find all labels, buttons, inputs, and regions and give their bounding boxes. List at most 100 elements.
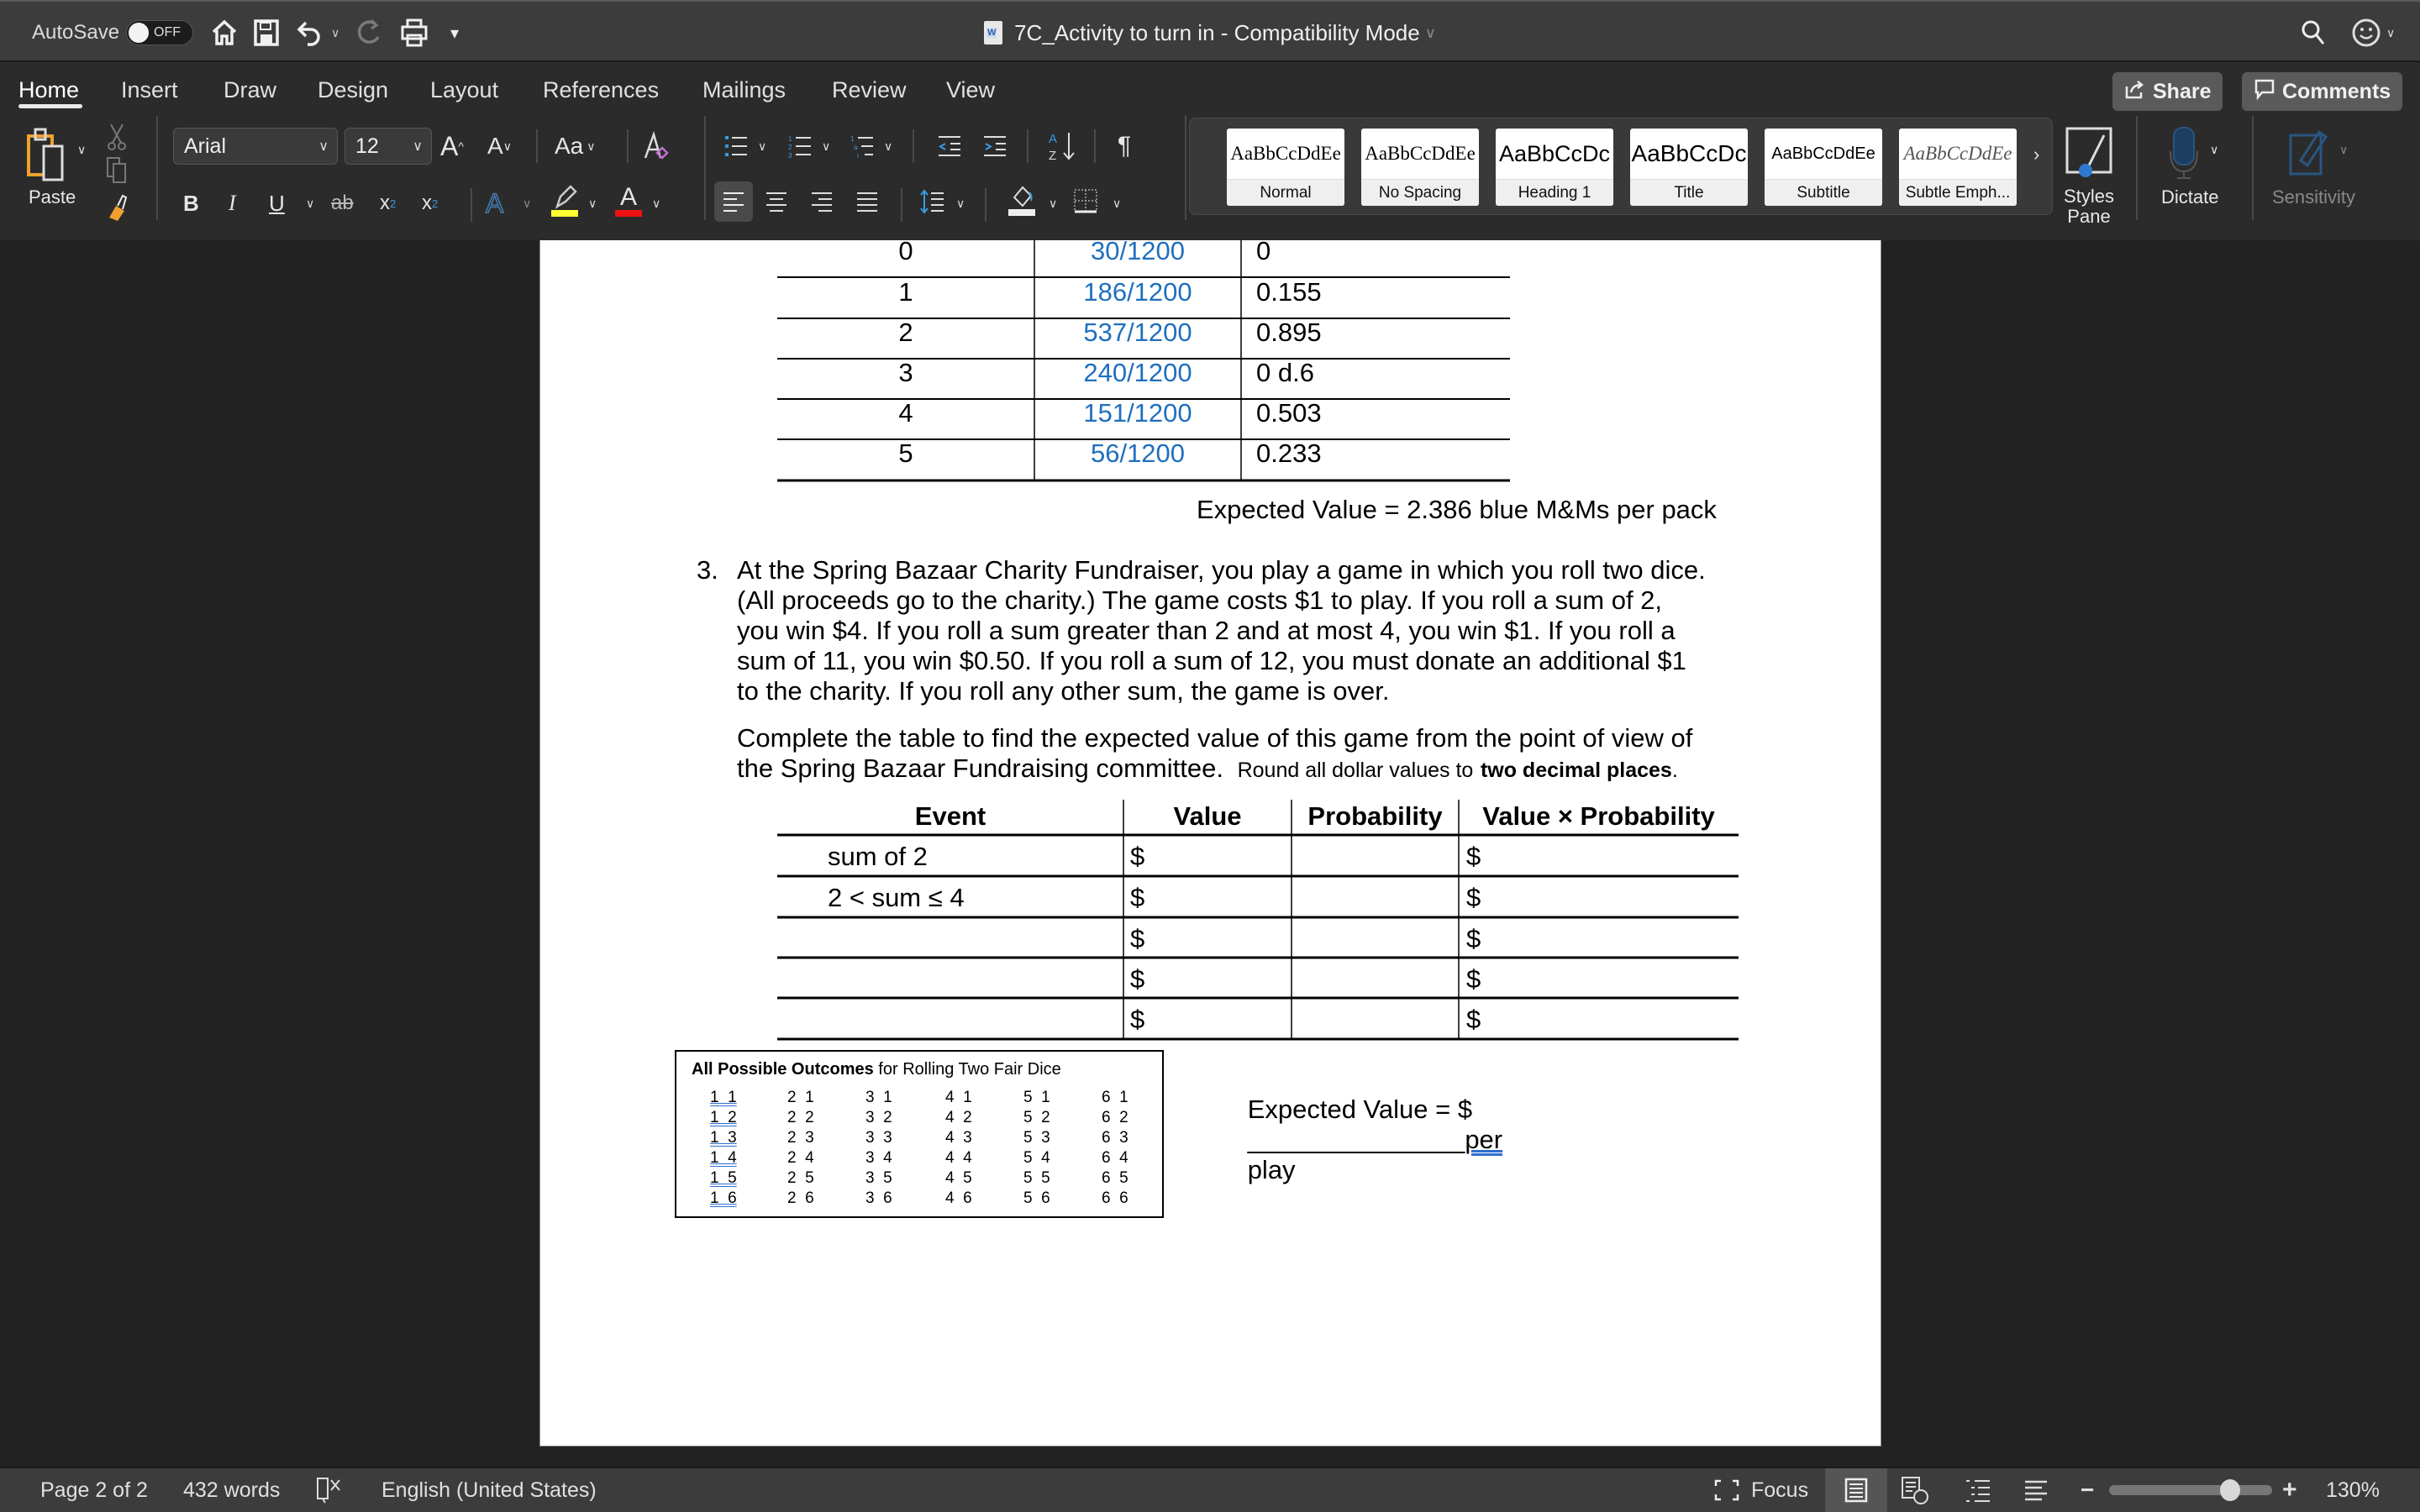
document-page[interactable]: 0 30/1200 0 1 186/1200 0.155 2 537/1200 0.895 3 24… xyxy=(539,240,1881,1446)
tab-draw[interactable]: Draw xyxy=(224,77,276,103)
style-title[interactable]: AaBbCcDc Title xyxy=(1630,129,1748,206)
ev-cell-value-x-probability[interactable]: $ xyxy=(1466,964,1735,996)
align-center-button[interactable] xyxy=(760,181,793,222)
zoom-out-button[interactable]: − xyxy=(2081,1468,2094,1512)
text-effects-chevron-icon[interactable]: ∨ xyxy=(519,185,531,222)
align-right-button[interactable] xyxy=(805,181,839,222)
ev-cell-event[interactable]: 2 < sum ≤ 4 xyxy=(828,883,1122,915)
tab-home[interactable]: Home xyxy=(18,77,79,103)
paste-icon[interactable] xyxy=(25,126,76,185)
strikethrough-button[interactable]: ab xyxy=(331,185,354,222)
style-normal[interactable]: AaBbCcDdEe Normal xyxy=(1227,129,1344,206)
line-spacing-chevron-icon[interactable]: ∨ xyxy=(953,185,965,222)
grow-font-icon[interactable]: A ^ xyxy=(440,128,464,165)
clear-formatting-icon[interactable] xyxy=(640,128,674,165)
style-subtitle[interactable]: AaBbCcDdEe Subtitle xyxy=(1765,129,1882,206)
home-icon[interactable] xyxy=(210,2,239,64)
tab-insert[interactable]: Insert xyxy=(121,77,178,103)
shrink-font-icon[interactable]: A ∨ xyxy=(487,128,512,165)
tab-layout[interactable]: Layout xyxy=(430,77,498,103)
show-formatting-marks-icon[interactable]: ¶ xyxy=(1118,128,1131,165)
ev-cell-value[interactable]: $ xyxy=(1130,924,1290,956)
paste-options-chevron-icon[interactable]: ∨ xyxy=(77,143,86,157)
save-icon[interactable] xyxy=(254,2,279,64)
styles-more-chevron-icon[interactable]: › xyxy=(2033,144,2039,165)
ev-cell-value-x-probability[interactable]: $ xyxy=(1466,924,1735,956)
line-spacing-icon[interactable] xyxy=(918,181,948,222)
borders-chevron-icon[interactable]: ∨ xyxy=(1109,185,1121,222)
shading-chevron-icon[interactable]: ∨ xyxy=(1045,185,1057,222)
sort-icon[interactable]: AZ xyxy=(1045,126,1079,166)
undo-dropdown-icon[interactable]: ∨ xyxy=(331,2,339,64)
title-chevron-down-icon[interactable]: ∨ xyxy=(1425,24,1436,42)
tab-review[interactable]: Review xyxy=(832,77,907,103)
numbering-icon[interactable]: 123 xyxy=(785,128,815,165)
ev-cell-probability[interactable] xyxy=(1298,924,1458,956)
outline-view-button[interactable] xyxy=(1965,1468,1991,1512)
ev-cell-event[interactable] xyxy=(828,924,1122,956)
font-color-icon[interactable]: A xyxy=(613,180,644,222)
shading-icon[interactable] xyxy=(1005,180,1039,222)
bullets-chevron-icon[interactable]: ∨ xyxy=(755,128,766,165)
multilevel-list-icon[interactable]: 1ai xyxy=(847,128,877,165)
ev-cell-probability[interactable] xyxy=(1298,842,1458,874)
text-effects-icon[interactable]: A xyxy=(485,185,504,222)
highlight-color-icon[interactable] xyxy=(550,180,580,222)
multilevel-chevron-icon[interactable]: ∨ xyxy=(881,128,892,165)
dictate-icon[interactable] xyxy=(2163,124,2205,181)
align-left-button[interactable] xyxy=(714,181,753,222)
ev-cell-value[interactable]: $ xyxy=(1130,883,1290,915)
font-name-dropdown[interactable]: Arial ∨ xyxy=(173,128,338,165)
ev-cell-event[interactable] xyxy=(828,964,1122,996)
style-heading-1[interactable]: AaBbCcDc Heading 1 xyxy=(1496,129,1613,206)
ev-cell-value-x-probability[interactable]: $ xyxy=(1466,1005,1735,1037)
superscript-button[interactable]: x2 xyxy=(422,185,438,222)
tab-view[interactable]: View xyxy=(946,77,995,103)
justify-button[interactable] xyxy=(850,181,884,222)
print-icon[interactable] xyxy=(400,2,429,64)
decrease-indent-icon[interactable] xyxy=(934,128,965,165)
ev-cell-probability[interactable] xyxy=(1298,964,1458,996)
ev-cell-value-x-probability[interactable]: $ xyxy=(1466,842,1735,874)
font-color-chevron-icon[interactable]: ∨ xyxy=(649,185,660,222)
font-size-dropdown[interactable]: 12 ∨ xyxy=(345,128,432,165)
style-subtle-emphasis[interactable]: AaBbCcDdEe Subtle Emph... xyxy=(1899,129,2017,206)
ev-cell-value[interactable]: $ xyxy=(1130,842,1290,874)
share-button[interactable]: Share xyxy=(2112,72,2223,111)
ev-cell-probability[interactable] xyxy=(1298,1005,1458,1037)
italic-button[interactable]: I xyxy=(229,185,236,222)
ev-cell-value[interactable]: $ xyxy=(1130,964,1290,996)
customize-toolbar-icon[interactable]: ▾ xyxy=(450,2,459,64)
underline-chevron-icon[interactable]: ∨ xyxy=(302,185,314,222)
numbering-chevron-icon[interactable]: ∨ xyxy=(818,128,830,165)
tab-references[interactable]: References xyxy=(543,77,659,103)
ev-cell-probability[interactable] xyxy=(1298,883,1458,915)
zoom-slider-knob[interactable] xyxy=(2220,1479,2241,1501)
zoom-slider-track[interactable] xyxy=(2109,1479,2272,1501)
underline-button[interactable]: U xyxy=(269,185,285,222)
ev-answer-blank[interactable]: _______________ xyxy=(1248,1125,1465,1154)
zoom-in-button[interactable]: + xyxy=(2282,1468,2297,1512)
zoom-level[interactable]: 130% xyxy=(2326,1468,2380,1512)
feedback-smiley-icon[interactable]: ∨ xyxy=(2351,2,2395,64)
focus-button[interactable]: Focus xyxy=(1714,1468,1808,1512)
change-case-button[interactable]: Aa ∨ xyxy=(555,128,596,165)
proofing-icon[interactable] xyxy=(316,1468,345,1512)
highlight-chevron-icon[interactable]: ∨ xyxy=(585,185,597,222)
ev-cell-value[interactable]: $ xyxy=(1130,1005,1290,1037)
feedback-chevron-icon[interactable]: ∨ xyxy=(2386,26,2395,40)
dictate-chevron-icon[interactable]: ∨ xyxy=(2210,143,2218,157)
style-no-spacing[interactable]: AaBbCcDdEe No Spacing xyxy=(1361,129,1479,206)
bold-button[interactable]: B xyxy=(183,185,199,222)
print-layout-view-button[interactable] xyxy=(1825,1468,1887,1512)
autosave-toggle[interactable]: OFF xyxy=(126,20,193,45)
styles-pane-icon[interactable] xyxy=(2064,126,2114,181)
subscript-button[interactable]: x2 xyxy=(380,185,396,222)
tab-design[interactable]: Design xyxy=(318,77,388,103)
zoom-slider[interactable] xyxy=(2109,1468,2272,1512)
tab-mailings[interactable]: Mailings xyxy=(702,77,786,103)
increase-indent-icon[interactable] xyxy=(980,128,1010,165)
borders-icon[interactable] xyxy=(1069,180,1102,222)
undo-icon[interactable] xyxy=(296,2,323,64)
document-area[interactable]: 0 30/1200 0 1 186/1200 0.155 2 537/1200 0.895 3 24… xyxy=(0,240,2420,1467)
